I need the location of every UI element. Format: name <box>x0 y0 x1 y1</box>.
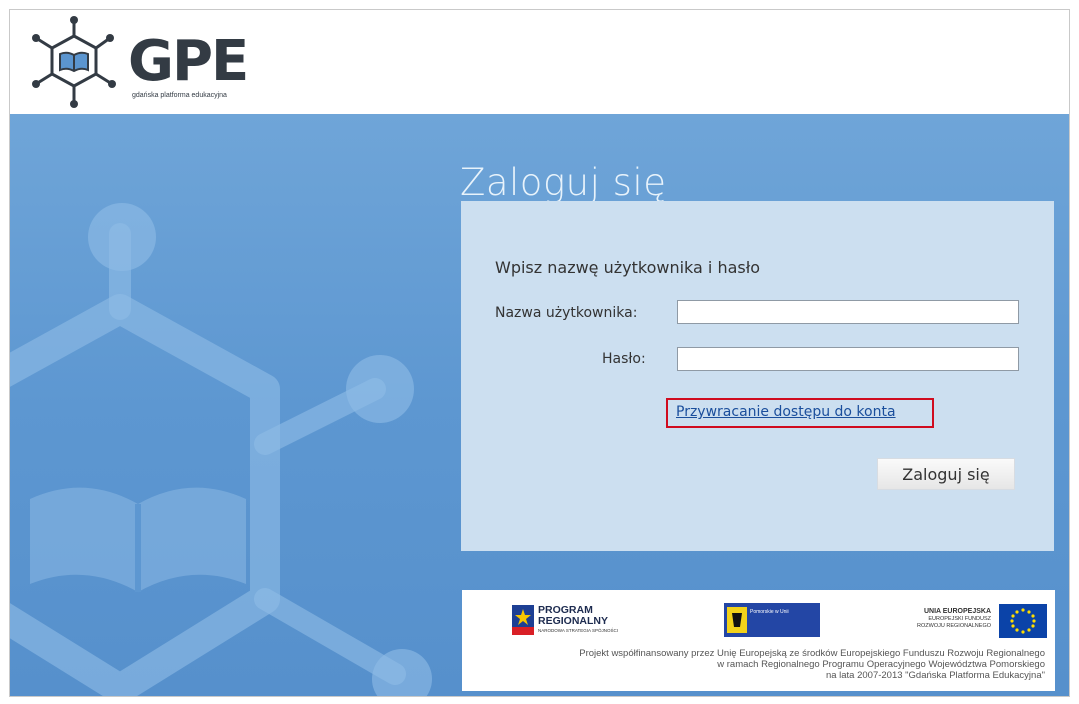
eu-logo-text: UNIA EUROPEJSKA EUROPEJSKI FUNDUSZ ROZWO… <box>917 607 991 630</box>
recover-account-link[interactable]: Przywracanie dostępu do konta <box>676 404 896 420</box>
eu-stars-icon <box>1010 608 1036 634</box>
header: GPE gdańska platforma edukacyjna <box>10 10 1069 114</box>
main-area: Zaloguj się Wpisz nazwę użytkownika i ha… <box>10 114 1069 696</box>
funding-notice: Projekt współfinansowany przez Unię Euro… <box>485 648 1045 681</box>
login-instructions: Wpisz nazwę użytkownika i hasło <box>495 258 761 277</box>
funding-line2: w ramach Regionalnego Programu Operacyjn… <box>717 659 1045 670</box>
username-input[interactable] <box>677 300 1019 324</box>
funding-line1: Projekt współfinansowany przez Unię Euro… <box>579 648 1045 659</box>
page-title: Zaloguj się <box>460 161 667 204</box>
footer-sponsors: PROGRAM REGIONALNY NARODOWA STRATEGIA SP… <box>462 590 1055 691</box>
funding-line3: na lata 2007-2013 "Gdańska Platforma Edu… <box>825 670 1045 681</box>
eu-logo: UNIA EUROPEJSKA EUROPEJSKI FUNDUSZ ROZWO… <box>917 604 1047 638</box>
background-book-molecule-icon <box>10 203 432 696</box>
gpe-logo-icon <box>32 16 116 108</box>
pomorskie-logo-text: Pomorskie w Unii <box>750 609 789 615</box>
star-flag-icon <box>512 605 534 635</box>
eu-logo-line2: EUROPEJSKI FUNDUSZ <box>928 616 991 622</box>
program-logo-sub: NARODOWA STRATEGIA SPÓJNOŚCI <box>538 628 619 633</box>
password-label: Hasło: <box>602 351 646 367</box>
program-logo-text: PROGRAM REGIONALNY <box>538 605 608 627</box>
page-frame: GPE gdańska platforma edukacyjna Zaloguj… <box>9 9 1070 697</box>
username-label: Nazwa użytkownika: <box>495 305 638 321</box>
logo-name: GPE <box>128 29 249 94</box>
eu-logo-line3: ROZWOJU REGIONALNEGO <box>917 623 991 629</box>
pomorskie-logo: Pomorskie w Unii <box>724 603 820 637</box>
logo-tagline: gdańska platforma edukacyjna <box>132 92 227 99</box>
password-input[interactable] <box>677 347 1019 371</box>
program-regionalny-logo: PROGRAM REGIONALNY NARODOWA STRATEGIA SP… <box>512 605 642 637</box>
eu-flag-icon <box>999 604 1047 638</box>
login-button[interactable]: Zaloguj się <box>877 458 1015 490</box>
gpe-logo[interactable]: GPE gdańska platforma edukacyjna <box>24 14 254 114</box>
program-logo-line2: REGIONALNY <box>538 615 609 627</box>
login-form: Wpisz nazwę użytkownika i hasło Nazwa uż… <box>461 201 1054 551</box>
eu-logo-line1: UNIA EUROPEJSKA <box>923 608 991 615</box>
griffin-crest-icon <box>727 607 747 633</box>
